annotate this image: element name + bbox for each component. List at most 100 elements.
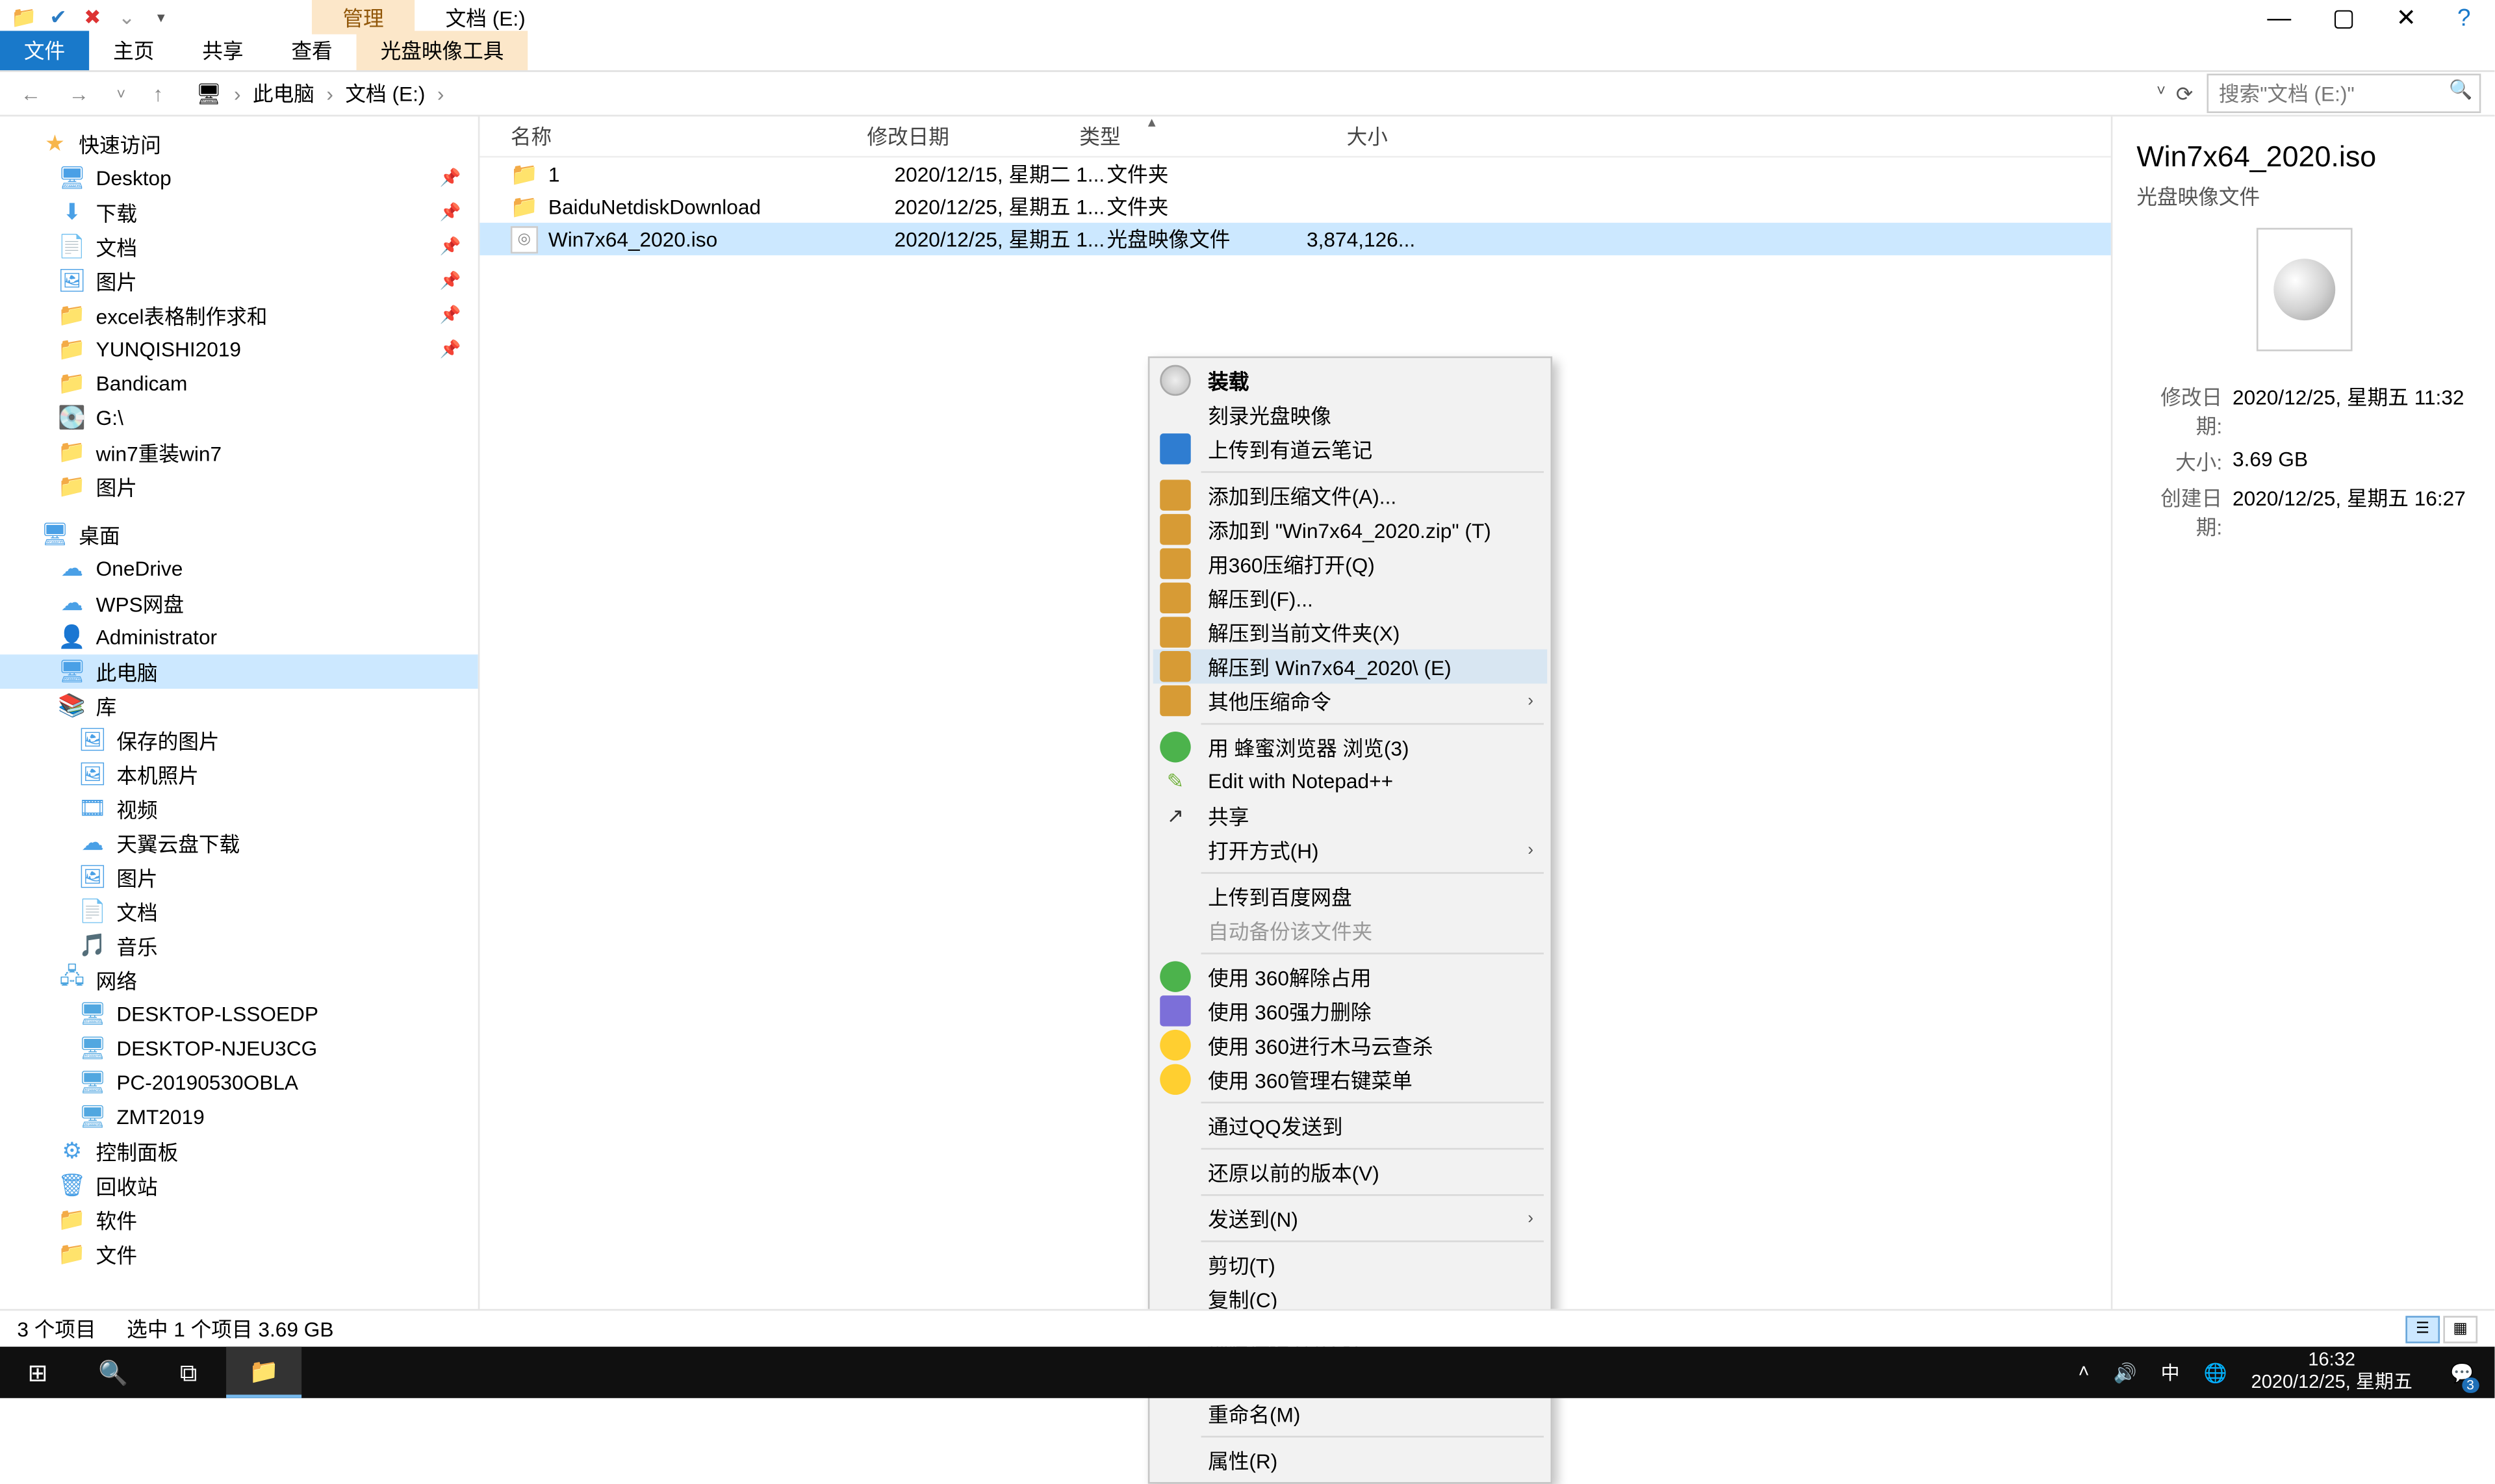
breadcrumb-part[interactable]: 文档 (E:) bbox=[345, 79, 425, 108]
nav-forward-icon[interactable]: → bbox=[62, 81, 96, 105]
qat-overflow-icon[interactable]: ⌄ bbox=[110, 0, 144, 34]
tray-overflow-icon[interactable]: ˄ bbox=[2079, 1362, 2090, 1383]
qat-close-icon[interactable]: ✖ bbox=[75, 0, 110, 34]
sidebar-item[interactable]: 🖥ZMT2019 bbox=[0, 1100, 478, 1134]
sidebar-item[interactable]: 🖥DESKTOP-NJEU3CG bbox=[0, 1031, 478, 1066]
start-button[interactable]: ⊞ bbox=[0, 1347, 75, 1398]
tab-disc-tools[interactable]: 光盘映像工具 bbox=[357, 31, 528, 70]
context-menu-item[interactable]: 添加到 "Win7x64_2020.zip" (T) bbox=[1153, 512, 1548, 546]
sidebar-item[interactable]: 🖼图片 bbox=[0, 860, 478, 895]
context-menu-item[interactable]: 还原以前的版本(V) bbox=[1153, 1155, 1548, 1189]
sidebar-item[interactable]: ⚙控制面板 bbox=[0, 1134, 478, 1169]
context-menu-item[interactable]: 其他压缩命令› bbox=[1153, 684, 1548, 718]
sidebar-item[interactable]: 📚库 bbox=[0, 689, 478, 723]
action-center-icon[interactable]: 💬3 bbox=[2437, 1347, 2488, 1398]
sidebar-item[interactable]: 🖥PC-20190530OBLA bbox=[0, 1066, 478, 1100]
maximize-button[interactable]: ▢ bbox=[2333, 3, 2355, 32]
sidebar-item[interactable]: ⬇下载📌 bbox=[0, 196, 478, 230]
context-menu-item[interactable]: 解压到当前文件夹(X) bbox=[1153, 615, 1548, 650]
refresh-icon[interactable]: ⟳ bbox=[2176, 81, 2194, 105]
context-menu-item[interactable]: 解压到 Win7x64_2020\ (E) bbox=[1153, 649, 1548, 684]
sidebar-item[interactable]: 🖥桌面 bbox=[0, 517, 478, 552]
sidebar-item[interactable]: 🖥Desktop📌 bbox=[0, 161, 478, 196]
context-menu-item[interactable]: 用360压缩打开(Q) bbox=[1153, 546, 1548, 581]
search-input[interactable]: 搜索"文档 (E:)" bbox=[2207, 73, 2481, 113]
context-menu-item[interactable]: 添加到压缩文件(A)... bbox=[1153, 478, 1548, 513]
breadcrumb-dropdown-icon[interactable]: ˅ bbox=[2156, 81, 2166, 105]
context-menu-item[interactable]: 通过QQ发送到 bbox=[1153, 1108, 1548, 1143]
context-menu-item[interactable]: ✎Edit with Notepad++ bbox=[1153, 764, 1548, 799]
tab-view[interactable]: 查看 bbox=[267, 31, 356, 70]
qat-dropdown-icon[interactable]: ▾ bbox=[144, 0, 179, 34]
col-name[interactable]: 名称 bbox=[511, 122, 867, 151]
sidebar-item[interactable]: 🖼保存的图片 bbox=[0, 723, 478, 758]
context-menu-item[interactable]: 解压到(F)... bbox=[1153, 581, 1548, 615]
view-icons-button[interactable]: ▦ bbox=[2443, 1315, 2477, 1342]
nav-up-icon[interactable]: ↑ bbox=[146, 81, 170, 105]
nav-recent-icon[interactable]: ˅ bbox=[110, 85, 133, 102]
context-menu-item[interactable]: 打开方式(H)› bbox=[1153, 833, 1548, 867]
col-size[interactable]: 大小 bbox=[1251, 122, 1388, 151]
tab-share[interactable]: 共享 bbox=[178, 31, 267, 70]
context-menu-item[interactable]: 用 蜂蜜浏览器 浏览(3) bbox=[1153, 730, 1548, 764]
sidebar-item[interactable]: ☁WPS网盘 bbox=[0, 586, 478, 620]
context-menu-item[interactable]: 使用 360进行木马云查杀 bbox=[1153, 1028, 1548, 1062]
sidebar-item[interactable]: ★快速访问 bbox=[0, 127, 478, 161]
sidebar-item[interactable]: 🖼图片📌 bbox=[0, 264, 478, 298]
search-button[interactable]: 🔍 bbox=[75, 1347, 151, 1398]
ime-indicator[interactable]: 中 bbox=[2161, 1359, 2180, 1386]
sidebar-item[interactable]: 📄文档 bbox=[0, 895, 478, 929]
nav-back-icon[interactable]: ← bbox=[14, 81, 48, 105]
sidebar-item[interactable]: 🗑回收站 bbox=[0, 1168, 478, 1203]
context-menu-item[interactable]: 使用 360强力删除 bbox=[1153, 993, 1548, 1028]
column-headers[interactable]: 名称 ▴ 修改日期 类型 大小 bbox=[480, 116, 2110, 157]
context-menu-item[interactable]: 发送到(N)› bbox=[1153, 1201, 1548, 1236]
sidebar-item[interactable]: ☁OneDrive bbox=[0, 552, 478, 586]
sidebar-item[interactable]: 📁文件 bbox=[0, 1237, 478, 1272]
context-menu-item[interactable]: 刻录光盘映像 bbox=[1153, 398, 1548, 432]
col-type[interactable]: 类型 bbox=[1079, 122, 1251, 151]
context-menu-item[interactable]: ↗共享 bbox=[1153, 799, 1548, 833]
sidebar-item[interactable]: 🎞视频 bbox=[0, 791, 478, 826]
sidebar-item[interactable]: 📁软件 bbox=[0, 1203, 478, 1237]
tab-home[interactable]: 主页 bbox=[89, 31, 178, 70]
task-view-button[interactable]: ⧉ bbox=[151, 1347, 226, 1398]
sidebar-item[interactable]: 💽G:\ bbox=[0, 401, 478, 435]
sidebar-item[interactable]: 📁YUNQISHI2019📌 bbox=[0, 333, 478, 367]
sidebar-item[interactable]: 📁Bandicam bbox=[0, 366, 478, 401]
breadcrumb-part[interactable]: 此电脑 bbox=[253, 79, 314, 108]
system-tray[interactable]: ˄ 🔊 中 🌐 16:32 2020/12/25, 星期五 💬3 bbox=[2079, 1347, 2495, 1398]
file-row[interactable]: 📁BaiduNetdiskDownload2020/12/25, 星期五 1..… bbox=[480, 190, 2110, 223]
sidebar-item[interactable]: 📁win7重装win7 bbox=[0, 435, 478, 470]
taskbar-explorer[interactable]: 📁 bbox=[226, 1347, 301, 1398]
context-menu-item[interactable]: 上传到百度网盘 bbox=[1153, 879, 1548, 914]
network-icon[interactable]: 🌐 bbox=[2204, 1361, 2227, 1383]
file-row[interactable]: ◎Win7x64_2020.iso2020/12/25, 星期五 1...光盘映… bbox=[480, 223, 2110, 255]
sidebar-item[interactable]: 📁图片 bbox=[0, 470, 478, 504]
context-menu-item[interactable]: 剪切(T) bbox=[1153, 1247, 1548, 1282]
view-details-button[interactable]: ☰ bbox=[2405, 1315, 2440, 1342]
context-menu-item[interactable]: 使用 360解除占用 bbox=[1153, 960, 1548, 994]
context-menu-item[interactable]: 属性(R) bbox=[1153, 1442, 1548, 1477]
col-date[interactable]: 修改日期 bbox=[867, 122, 1079, 151]
qat-save-icon[interactable]: ✔ bbox=[41, 0, 75, 34]
context-menu-item[interactable]: 使用 360管理右键菜单 bbox=[1153, 1062, 1548, 1097]
context-menu-item[interactable]: 装载 bbox=[1153, 363, 1548, 398]
context-menu-item[interactable]: 重命名(M) bbox=[1153, 1396, 1548, 1431]
file-row[interactable]: 📁12020/12/15, 星期二 1...文件夹 bbox=[480, 158, 2110, 190]
sidebar-item[interactable]: 🖼本机照片 bbox=[0, 758, 478, 792]
sidebar-item[interactable]: 📁excel表格制作求和📌 bbox=[0, 298, 478, 333]
sidebar-item[interactable]: 📄文档📌 bbox=[0, 229, 478, 264]
sidebar-item[interactable]: 🖥此电脑 bbox=[0, 654, 478, 689]
sidebar-item[interactable]: 🖧网络 bbox=[0, 963, 478, 997]
taskbar-clock[interactable]: 16:32 2020/12/25, 星期五 bbox=[2251, 1350, 2412, 1395]
sidebar-item[interactable]: 🎵音乐 bbox=[0, 928, 478, 963]
breadcrumb[interactable]: 🖥 › 此电脑 › 文档 (E:) › bbox=[184, 73, 2143, 113]
close-button[interactable]: ✕ bbox=[2396, 3, 2416, 32]
tab-file[interactable]: 文件 bbox=[0, 31, 89, 70]
sidebar-item[interactable]: 👤Administrator bbox=[0, 620, 478, 655]
volume-icon[interactable]: 🔊 bbox=[2114, 1361, 2137, 1383]
sidebar-item[interactable]: 🖥DESKTOP-LSSOEDP bbox=[0, 997, 478, 1032]
help-button[interactable]: ? bbox=[2457, 3, 2471, 31]
minimize-button[interactable]: — bbox=[2267, 3, 2291, 31]
